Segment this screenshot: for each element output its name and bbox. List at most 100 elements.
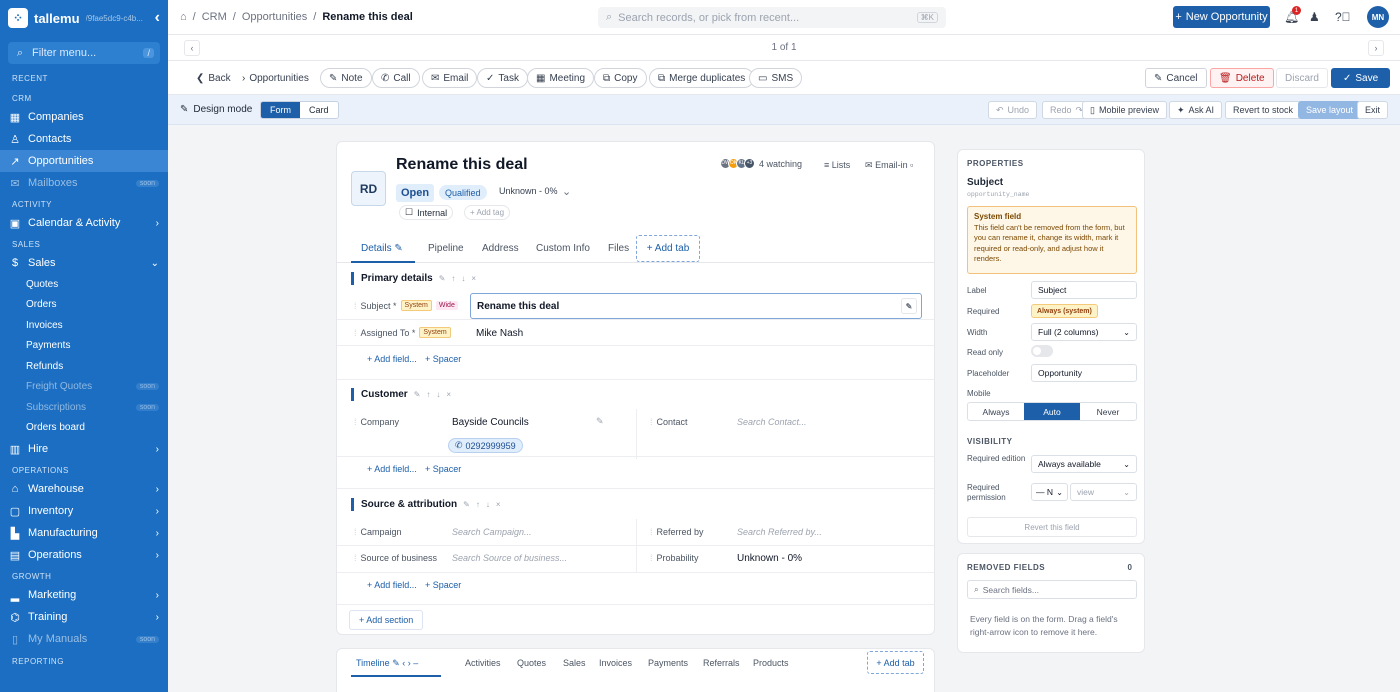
tab-address[interactable]: Address [482, 243, 519, 254]
tab-payments[interactable]: Payments [648, 658, 688, 668]
tab-pipeline[interactable]: Pipeline [428, 243, 464, 254]
arrow-up-icon[interactable]: ↑ [476, 500, 480, 509]
lists-button[interactable]: ≡ Lists [824, 160, 850, 170]
mode-card[interactable]: Card [300, 102, 338, 118]
tab-invoices[interactable]: Invoices [599, 658, 632, 668]
close-icon[interactable]: × [496, 500, 501, 509]
parent-opportunities-link[interactable]: › Opportunities [234, 68, 317, 88]
merge-duplicates-button[interactable]: ⧉ Merge duplicates [649, 68, 755, 88]
pencil-icon[interactable]: ✎ [414, 390, 421, 399]
revert-field-button[interactable]: Revert this field [967, 517, 1137, 537]
exit-design-button[interactable]: Exit [1357, 101, 1389, 119]
email-in-button[interactable]: ✉ Email-in ▫ [865, 160, 913, 171]
width-select[interactable]: Full (2 columns) ⌄ [1031, 323, 1137, 341]
sidebar-item-training[interactable]: ⌬ Training › [0, 606, 168, 628]
drag-handle-icon[interactable]: ⁞ [354, 328, 357, 338]
drag-handle-icon[interactable]: ⁞ [354, 417, 357, 427]
user-switch-icon[interactable]: ♟ [1309, 10, 1320, 24]
watchers[interactable]: DW OK KL +3 4 watching [720, 158, 802, 169]
sidebar-subitem-freight-quotes[interactable]: Freight Quotes soon [0, 377, 168, 398]
arrow-down-icon[interactable]: ↓ [486, 500, 490, 509]
breadcrumb-crm[interactable]: CRM [202, 11, 227, 23]
add-field-button[interactable]: + Add field... [367, 580, 417, 590]
arrow-down-icon[interactable]: ↓ [436, 390, 440, 399]
collapse-sidebar-icon[interactable]: ‹ [155, 10, 160, 26]
drag-handle-icon[interactable]: ⁞ [354, 527, 357, 537]
campaign-search-input[interactable]: Search Campaign... [452, 527, 532, 537]
copy-button[interactable]: ⧉ Copy [594, 68, 647, 88]
previous-record-button[interactable]: ‹ [184, 40, 200, 56]
add-tab-button[interactable]: + Add tab [867, 651, 924, 674]
email-button[interactable]: ✉ Email [422, 68, 478, 88]
drag-handle-icon[interactable]: ⁞ [354, 553, 357, 563]
call-button[interactable]: ✆ Call [372, 68, 420, 88]
placeholder-input[interactable]: Opportunity [1031, 364, 1137, 382]
pencil-icon[interactable]: ✎ [439, 274, 446, 283]
permission-action-select[interactable]: view ⌄ [1070, 483, 1137, 501]
status-badge[interactable]: Open [396, 184, 435, 202]
drag-handle-icon[interactable]: ⁞ [354, 301, 357, 311]
save-button[interactable]: ✓ Save [1331, 68, 1391, 88]
sidebar-subitem-refunds[interactable]: Refunds [0, 356, 168, 377]
sms-button[interactable]: ▭ SMS [749, 68, 803, 88]
subject-field[interactable]: Rename this deal ✎ [470, 293, 922, 319]
sidebar-item-warehouse[interactable]: ⌂ Warehouse › [0, 478, 168, 500]
sidebar-item-hire[interactable]: ▥ Hire › [0, 438, 168, 460]
avatar[interactable]: MN [1367, 6, 1389, 28]
add-tab-button[interactable]: + Add tab [636, 235, 700, 262]
revert-to-stock-button[interactable]: Revert to stock [1225, 101, 1302, 119]
sidebar-item-companies[interactable]: ▦ Companies [0, 106, 168, 128]
sidebar-item-manufacturing[interactable]: ▙ Manufacturing › [0, 522, 168, 544]
sidebar-subitem-payments[interactable]: Payments [0, 336, 168, 357]
back-button[interactable]: ❮ Back [188, 68, 239, 88]
arrow-down-icon[interactable]: ↓ [461, 274, 465, 283]
mobile-never[interactable]: Never [1080, 403, 1136, 420]
tab-custom-info[interactable]: Custom Info [536, 243, 590, 254]
next-record-button[interactable]: › [1368, 40, 1384, 56]
sidebar-item-inventory[interactable]: ▢ Inventory › [0, 500, 168, 522]
tab-referrals[interactable]: Referrals [703, 658, 740, 668]
breadcrumb-opportunities[interactable]: Opportunities [242, 11, 307, 23]
home-icon[interactable]: ⌂ [180, 11, 187, 23]
internal-tag[interactable]: ☐ Internal [399, 205, 454, 220]
drag-handle-icon[interactable]: ⁞ [650, 553, 653, 563]
undo-button[interactable]: ↶ Undo [988, 101, 1038, 119]
meeting-button[interactable]: ▦ Meeting [527, 68, 595, 88]
contact-search-input[interactable]: Search Contact... [737, 417, 807, 427]
tab-quotes[interactable]: Quotes [517, 658, 546, 668]
company-field[interactable]: Bayside Councils [452, 417, 529, 428]
edit-company-icon[interactable]: ✎ [596, 416, 604, 427]
add-spacer-button[interactable]: + Spacer [425, 580, 461, 590]
arrow-up-icon[interactable]: ↑ [426, 390, 430, 399]
sidebar-item-operations[interactable]: ▤ Operations › [0, 544, 168, 566]
help-icon[interactable]: ?⃝ [1335, 10, 1351, 24]
add-field-button[interactable]: + Add field... [367, 354, 417, 364]
tab-timeline[interactable]: Timeline ✎ ‹ › – [356, 658, 418, 669]
sidebar-item-calendar[interactable]: ▣ Calendar & Activity › [0, 212, 168, 234]
delete-button[interactable]: 🗑︎ Delete [1210, 68, 1274, 88]
cancel-button[interactable]: ✎ Cancel [1145, 68, 1207, 88]
mobile-auto[interactable]: Auto [1024, 403, 1080, 420]
referred-search-input[interactable]: Search Referred by... [737, 527, 822, 537]
discard-button[interactable]: Discard [1276, 68, 1328, 88]
sidebar-subitem-orders-board[interactable]: Orders board [0, 418, 168, 439]
chevron-down-icon[interactable]: ⌄ [562, 185, 571, 198]
probability-field[interactable]: Unknown - 0% [737, 553, 802, 564]
sidebar-item-my-manuals[interactable]: ▯ My Manuals soon [0, 628, 168, 650]
save-layout-button[interactable]: Save layout [1298, 101, 1362, 119]
tab-details[interactable]: Details ✎ [361, 243, 403, 254]
sidebar-subitem-quotes[interactable]: Quotes [0, 274, 168, 295]
sidebar-item-marketing[interactable]: ▂ Marketing › [0, 584, 168, 606]
readonly-toggle[interactable] [1031, 345, 1053, 357]
close-icon[interactable]: × [446, 390, 451, 399]
filter-menu-input[interactable]: ⌕ Filter menu... / [8, 42, 160, 64]
add-spacer-button[interactable]: + Spacer [425, 464, 461, 474]
source-search-input[interactable]: Search Source of business... [452, 553, 567, 563]
add-tag-button[interactable]: + Add tag [464, 205, 511, 220]
edit-field-icon[interactable]: ✎ [901, 298, 917, 314]
sidebar-subitem-invoices[interactable]: Invoices [0, 315, 168, 336]
sidebar-subitem-orders[interactable]: Orders [0, 295, 168, 316]
tab-activities[interactable]: Activities [465, 658, 501, 668]
tab-products[interactable]: Products [753, 658, 789, 668]
mode-form[interactable]: Form [261, 102, 300, 118]
